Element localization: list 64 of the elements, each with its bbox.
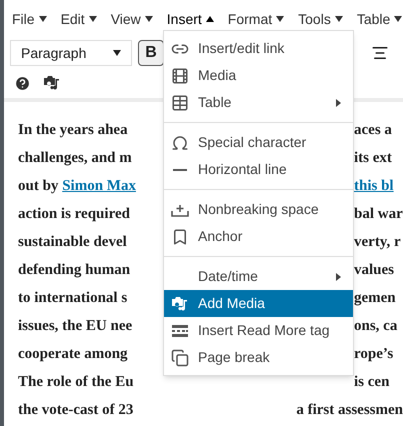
- horizontal-line-icon: [173, 168, 187, 170]
- menu-bar-item[interactable]: Format: [228, 8, 284, 30]
- read-more-icon: [171, 324, 189, 338]
- menu-item[interactable]: Page break: [164, 344, 353, 371]
- menu-item[interactable]: Horizontal line: [164, 156, 353, 183]
- body-text: action is required: [18, 204, 130, 224]
- body-text: to international s: [18, 288, 128, 308]
- body-text: ons, ca: [354, 316, 398, 336]
- menu-item[interactable]: Anchor: [164, 223, 353, 250]
- menu-bar-item[interactable]: Tools: [298, 8, 343, 30]
- body-text: rope’s: [354, 344, 394, 364]
- format-select[interactable]: Paragraph: [10, 40, 132, 66]
- caret-down-icon: [394, 16, 402, 22]
- table-icon: [171, 94, 189, 112]
- caret-down-icon: [88, 16, 97, 22]
- body-text: defending human: [18, 260, 130, 280]
- menu-bar-item[interactable]: File: [12, 8, 47, 30]
- submenu-arrow-icon: [336, 272, 341, 280]
- caret-up-icon: [206, 16, 214, 22]
- author-link[interactable]: Simon Max: [62, 174, 136, 198]
- menu-item[interactable]: Date/time: [164, 263, 353, 290]
- body-text: bal war: [354, 204, 403, 224]
- menu-item[interactable]: Media: [164, 62, 353, 89]
- help-icon[interactable]: [14, 74, 31, 92]
- add-media-icon: [43, 75, 61, 91]
- menu-item[interactable]: Insert Read More tag: [164, 317, 353, 344]
- bookmark-icon: [171, 228, 189, 246]
- body-text: cooperate among: [18, 344, 128, 364]
- body-text: sustainable devel: [18, 232, 127, 252]
- body-text: challenges, and m: [18, 148, 132, 168]
- menu-item[interactable]: Insert/edit link: [164, 35, 353, 62]
- caret-down-icon: [38, 16, 47, 22]
- caret-down-icon: [334, 16, 343, 22]
- body-text: aces a: [354, 120, 392, 140]
- body-text: gemen: [354, 288, 396, 308]
- body-text: issues, the EU nee: [18, 316, 132, 336]
- body-text: the vote-cast of 23: [18, 400, 134, 420]
- add-media-icon: [171, 296, 189, 312]
- menu-bar-item[interactable]: Edit: [60, 8, 97, 30]
- menu-bar-item[interactable]: Insert: [166, 8, 214, 30]
- menu-item[interactable]: Add Media: [164, 290, 353, 317]
- body-text: The role of the Eu: [18, 372, 134, 392]
- caret-down-icon: [276, 16, 284, 22]
- blog-link[interactable]: this bl: [354, 174, 394, 198]
- menu-item[interactable]: Table: [164, 89, 353, 116]
- film-icon: [171, 66, 189, 84]
- menu-item[interactable]: Special character: [164, 129, 353, 156]
- caret-down-icon: [113, 50, 121, 56]
- align-center-icon[interactable]: [371, 44, 389, 62]
- body-text: values: [354, 260, 394, 280]
- bold-button[interactable]: B: [138, 40, 164, 66]
- body-text: a first assessmen: [296, 400, 403, 420]
- omega-icon: [171, 134, 189, 152]
- menu-bar-item[interactable]: Table: [356, 8, 402, 30]
- body-text: out by: [18, 176, 60, 196]
- body-text: verty, r: [354, 232, 401, 252]
- menu-bar-item[interactable]: View: [110, 8, 153, 30]
- page-break-icon: [171, 348, 189, 366]
- caret-down-icon: [144, 16, 153, 22]
- menu-item[interactable]: Nonbreaking space: [164, 196, 353, 223]
- body-text: is cen: [354, 372, 390, 392]
- body-text: its ext: [354, 148, 392, 168]
- body-text: In the years ahea: [18, 120, 128, 140]
- submenu-arrow-icon: [336, 98, 341, 106]
